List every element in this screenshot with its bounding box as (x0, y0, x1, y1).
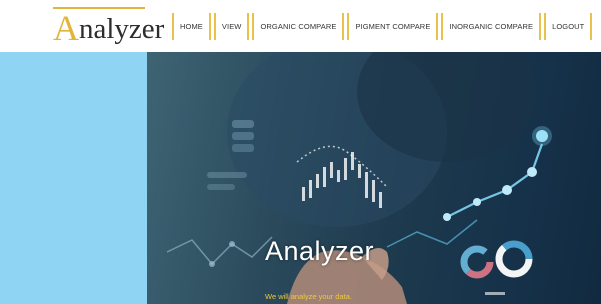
hero-subtitle: We will analyze your data. (265, 292, 352, 301)
nav-organic-compare-link[interactable]: ORGANIC COMPARE (252, 13, 345, 40)
hero-side-panel (0, 52, 147, 304)
logo[interactable]: A nalyzer (53, 6, 164, 46)
logo-text: nalyzer (79, 13, 165, 45)
nav-logout-link[interactable]: LOGOUT (544, 13, 593, 40)
hero-chart-graphic (166, 52, 552, 304)
main-nav: HOME VIEW ORGANIC COMPARE PIGMENT COMPAR… (172, 13, 595, 40)
site-header: A nalyzer HOME VIEW ORGANIC COMPARE PIGM… (0, 0, 601, 52)
hero-title: Analyzer (265, 236, 375, 266)
nav-home-link[interactable]: HOME (172, 13, 211, 40)
hero-background-image (147, 52, 601, 304)
nav-view-link[interactable]: VIEW (213, 13, 250, 40)
nav-pigment-compare-link[interactable]: PIGMENT COMPARE (347, 13, 439, 40)
hero-banner: Analyzer We will analyze your data. (0, 52, 601, 304)
nav-inorganic-compare-link[interactable]: INORGANIC COMPARE (441, 13, 542, 40)
logo-initial: A (53, 7, 145, 48)
